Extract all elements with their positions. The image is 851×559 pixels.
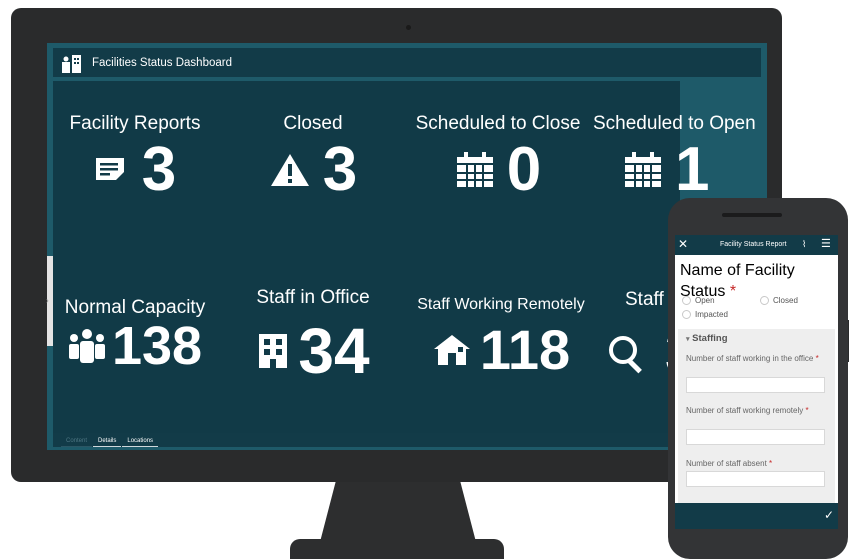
radio-label: Impacted [695,310,728,319]
indicator-label: Closed [283,113,343,134]
attachment-icon[interactable]: ⌇ [802,239,806,250]
facilities-logo-icon [62,54,81,73]
field-label-absent: Number of staff absent * [686,459,773,468]
radio-open[interactable]: Open [682,296,715,305]
camera [406,25,411,30]
indicator-value: 34 [298,315,370,387]
indicator-label: Facility Reports [69,113,201,134]
staffing-section: ▾ Staffing Number of staff working in th… [678,329,835,529]
field-label-remote: Number of staff working remotely * [686,406,809,415]
tab-locations[interactable]: Locations [122,438,159,447]
radio-circle [682,310,691,319]
tab-details[interactable]: Details [93,438,122,447]
indicator-scheduled-to-close[interactable]: Scheduled to Close 0 [408,113,588,201]
input-staff-remote[interactable] [686,429,825,445]
monitor-stand-neck [320,482,476,542]
indicator-closed[interactable]: Closed 3 [243,113,383,201]
indicator-staff-working-remotely[interactable]: Staff Working Remotely 118 [411,296,591,378]
calendar-icon [623,151,663,189]
form-title: Facility Status Report [720,241,787,248]
input-staff-office[interactable] [686,377,825,393]
staffing-header[interactable]: ▾ Staffing [686,333,728,344]
dashboard-header: Facilities Status Dashboard [53,48,761,77]
chevron-right-icon: › [46,296,49,305]
indicator-value: 3 [322,135,358,204]
indicator-value: 138 [111,316,203,376]
indicator-value: 118 [479,318,571,381]
facility-name-label: Name of Facility [680,262,795,279]
radio-impacted[interactable]: Impacted [682,310,728,319]
monitor-bezel: Facilities Status Dashboard › Facility R… [11,8,782,482]
chevron-down-icon: ▾ [686,336,690,343]
indicator-facility-reports[interactable]: Facility Reports 3 [65,113,205,201]
tab-content[interactable]: Content [61,438,93,447]
report-icon [94,155,130,185]
radio-circle [682,296,691,305]
search-icon [607,334,647,374]
building-icon [256,332,290,370]
monitor-stand-base [290,539,504,559]
people-icon [68,327,106,365]
indicator-value: 0 [506,135,542,204]
indicator-value: 1 [675,135,710,204]
form-footer: ✓ [675,503,838,529]
submit-check-icon[interactable]: ✓ [824,508,834,522]
indicator-label: Staff Working Remotely [417,296,585,313]
menu-icon[interactable]: ☰ [821,237,831,250]
radio-label: Open [695,296,715,305]
section-title: Staffing [692,333,728,344]
required-mark: * [729,283,737,300]
radio-circle [760,296,769,305]
indicator-label: Staff in Office [256,287,370,308]
indicator-normal-capacity[interactable]: Normal Capacity 138 [55,297,215,373]
radio-label: Closed [773,296,798,305]
close-icon[interactable]: ✕ [678,238,688,250]
home-icon [432,333,472,367]
dashboard-tabs: Content Details Locations [53,433,761,447]
phone-screen: ✕ Facility Status Report ⌇ ☰ Name of Fac… [675,235,838,529]
calendar-icon [455,151,495,189]
field-label-office: Number of staff working in the office * [686,354,819,363]
indicator-label: Scheduled to Close [415,113,581,134]
radio-closed[interactable]: Closed [760,296,798,305]
dashboard-screen: Facilities Status Dashboard › Facility R… [46,43,767,450]
sidebar-expand-handle[interactable]: › [46,256,53,346]
form-header: ✕ Facility Status Report ⌇ ☰ [675,235,838,255]
indicator-scheduled-to-open[interactable]: Scheduled to Open 1 [593,113,756,204]
indicator-value: 3 [141,135,177,204]
phone-speaker [722,213,782,217]
warning-icon [269,152,311,188]
phone-device: ✕ Facility Status Report ⌇ ☰ Name of Fac… [668,198,848,559]
indicator-label: Scheduled to Open [593,113,756,134]
dashboard-title: Facilities Status Dashboard [92,56,232,69]
dashboard-body: › Facility Reports 3 Closed 3 Scheduled … [46,81,756,433]
input-staff-absent[interactable] [686,471,825,487]
indicator-staff-in-office[interactable]: Staff in Office 34 [238,287,388,383]
